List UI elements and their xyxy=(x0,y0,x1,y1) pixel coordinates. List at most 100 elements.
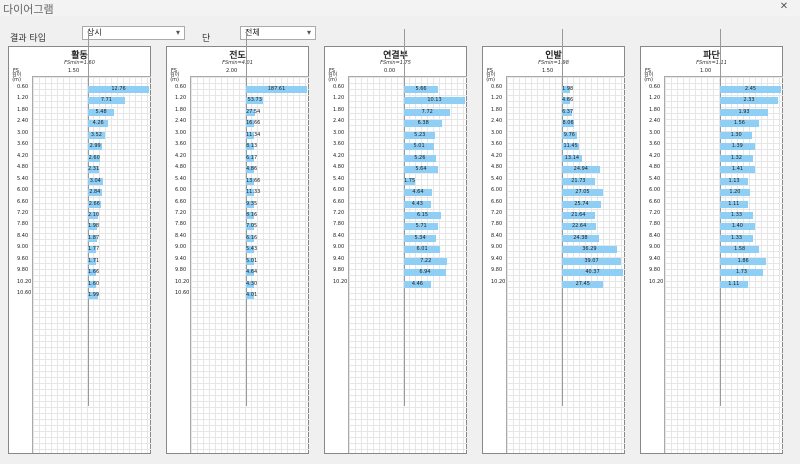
depth-label: 4.20 xyxy=(491,153,503,159)
depth-label: 3.60 xyxy=(649,141,661,147)
depth-label: 4.80 xyxy=(17,164,29,170)
depth-label: 8.40 xyxy=(649,233,661,239)
depth-label: 0.60 xyxy=(491,84,503,90)
depth-label: 10.20 xyxy=(333,279,348,285)
bar-value-label: 2.33 xyxy=(743,97,755,103)
depth-label: 2.40 xyxy=(17,118,29,124)
depth-label: 4.20 xyxy=(333,153,345,159)
stage-select[interactable]: 전체 ▾ xyxy=(240,26,316,40)
bar-value-label: 6.38 xyxy=(417,120,429,126)
fsmin-label: FSmin=1.11 xyxy=(696,60,727,66)
depth-label: 9.00 xyxy=(333,244,345,250)
fsmin-label: FSmin=1.98 xyxy=(538,60,569,66)
depth-label: 9.40 xyxy=(333,256,345,262)
fs-value: 1.50 xyxy=(542,68,554,74)
bar-value-label: 27.05 xyxy=(575,189,590,195)
depth-label: 7.20 xyxy=(17,210,29,216)
fs-value: 1.00 xyxy=(700,68,712,74)
depth-label: 10.20 xyxy=(17,279,32,285)
depth-label: 0.60 xyxy=(17,84,29,90)
bar-value-label: 1.41 xyxy=(731,166,744,172)
bar-value-label: 6.01 xyxy=(416,246,428,252)
close-icon[interactable]: ✕ xyxy=(776,0,792,14)
depth-label: 3.60 xyxy=(333,141,345,147)
depth-label: 4.80 xyxy=(649,164,661,170)
bar-value-label: 1.71 xyxy=(88,258,100,264)
bar-value-label: 2.10 xyxy=(88,212,100,218)
depth-label: 1.20 xyxy=(649,95,661,101)
diagram-panel: 전도 FSmin=4.01 FS 2.00 깊이 (m) xyxy=(166,46,309,454)
depth-label: 1.80 xyxy=(333,107,345,113)
depth-label: 2.40 xyxy=(175,118,187,124)
bar-value-label: 11.34 xyxy=(246,132,261,138)
stage-value: 전체 xyxy=(245,28,260,37)
bar-value-label: 6.17 xyxy=(246,155,258,161)
depth-label: 4.20 xyxy=(649,153,661,159)
bar-value-label: 7.05 xyxy=(246,223,258,229)
bar-value-label: 4.01 xyxy=(246,292,258,298)
depth-label: 6.60 xyxy=(17,199,29,205)
depth-label: 4.20 xyxy=(17,153,29,159)
depth-label: 10.60 xyxy=(175,290,190,296)
bar-value-label: 1.99 xyxy=(88,292,100,298)
depth-label: 4.80 xyxy=(491,164,503,170)
fsmin-label: FSmin=1.60 xyxy=(64,60,95,66)
depth-column-label: 깊이 (m) xyxy=(328,72,338,83)
bar-value-label: 5.23 xyxy=(414,132,426,138)
bar-value-label: 21.73 xyxy=(571,178,586,184)
depth-label: 6.00 xyxy=(333,187,345,193)
bar-value-label: 27.45 xyxy=(575,281,590,287)
result-type-value: 상시 xyxy=(87,28,102,37)
depth-label: 7.80 xyxy=(649,221,661,227)
depth-column-label: 깊이 (m) xyxy=(12,72,22,83)
depth-label: 3.60 xyxy=(175,141,187,147)
bar-value-label: 16.66 xyxy=(246,120,261,126)
depth-label: 3.00 xyxy=(17,130,29,136)
fs-value: 2.00 xyxy=(226,68,238,74)
bar-value-label: 4.64 xyxy=(412,189,424,195)
bar-value-label: 12.76 xyxy=(111,86,126,92)
depth-label: 7.80 xyxy=(491,221,503,227)
depth-label: 7.20 xyxy=(491,210,503,216)
depth-label: 1.20 xyxy=(17,95,29,101)
depth-column-label: 깊이 (m) xyxy=(170,72,180,83)
depth-label: 5.40 xyxy=(491,176,503,182)
depth-label: 7.80 xyxy=(17,221,29,227)
depth-label: 10.20 xyxy=(491,279,506,285)
depth-label: 8.40 xyxy=(175,233,187,239)
bar-value-label: 8.16 xyxy=(246,212,258,218)
depth-label: 9.00 xyxy=(649,244,661,250)
bar-value-label: 5.71 xyxy=(415,223,427,229)
bar-value-label: 2.60 xyxy=(88,155,100,161)
bar-value-label: 7.71 xyxy=(100,97,112,103)
bar-value-label: 1.87 xyxy=(88,235,100,241)
depth-label: 6.00 xyxy=(649,187,661,193)
bar-value-label: 5.34 xyxy=(414,235,426,241)
bar-value-label: 1.39 xyxy=(731,143,743,149)
depth-label: 9.80 xyxy=(333,267,345,273)
bar-value-label: 1.75 xyxy=(404,178,416,184)
depth-label: 2.40 xyxy=(649,118,661,124)
depth-label: 9.40 xyxy=(649,256,661,262)
depth-label: 9.80 xyxy=(491,267,503,273)
chevron-down-icon: ▾ xyxy=(306,28,311,37)
bar-value-label: 1.93 xyxy=(738,109,750,115)
result-type-select[interactable]: 상시 ▾ xyxy=(82,26,185,40)
bar-value-label: 2.31 xyxy=(88,166,100,172)
bar-value-label: 6.15 xyxy=(416,212,429,218)
depth-label: 4.80 xyxy=(333,164,345,170)
bar-value-label: 25.74 xyxy=(574,201,589,207)
depth-label: 2.40 xyxy=(491,118,503,124)
diagram-panel: 파단 FSmin=1.11 FS 1.00 깊이 (m) xyxy=(640,46,783,454)
depth-label: 0.60 xyxy=(333,84,345,90)
bar-value-label: 24.94 xyxy=(573,166,588,172)
depth-label: 5.40 xyxy=(333,176,345,182)
depth-label: 3.00 xyxy=(175,130,187,136)
bar-value-label: 1.20 xyxy=(729,189,741,195)
depth-label: 1.80 xyxy=(17,107,29,113)
depth-label: 6.60 xyxy=(175,199,187,205)
bar-value-label: 4.26 xyxy=(92,120,104,126)
bar-value-label: 1.33 xyxy=(730,235,743,241)
bar-value-label: 1.30 xyxy=(730,132,742,138)
depth-label: 9.00 xyxy=(175,244,187,250)
